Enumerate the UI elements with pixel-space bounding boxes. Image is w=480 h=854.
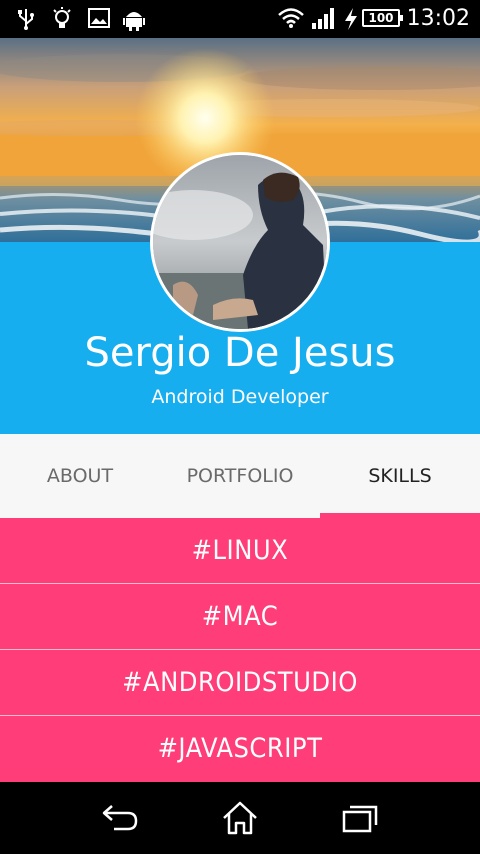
lightbulb-icon xyxy=(52,7,72,35)
list-item[interactable]: #MAC xyxy=(0,584,480,650)
home-icon[interactable] xyxy=(220,800,260,836)
usb-icon xyxy=(16,7,36,35)
profile-name: Sergio De Jesus xyxy=(84,330,396,376)
list-item[interactable]: #ANDROIDSTUDIO xyxy=(0,650,480,716)
tab-skills[interactable]: SKILLS xyxy=(320,434,480,518)
recents-icon[interactable] xyxy=(340,800,380,836)
list-item[interactable]: #JAVASCRIPT xyxy=(0,716,480,781)
wifi-icon xyxy=(278,7,304,33)
battery-icon: 100 xyxy=(362,9,403,27)
status-bar: 100 13:02 xyxy=(0,0,480,38)
profile-role: Android Developer xyxy=(151,386,329,408)
status-time: 13:02 xyxy=(406,6,470,31)
skills-list: #LINUX #MAC #ANDROIDSTUDIO #JAVASCRIPT xyxy=(0,518,480,782)
tab-bar: ABOUT PORTFOLIO SKILLS xyxy=(0,434,480,518)
list-item[interactable]: #LINUX xyxy=(0,518,480,584)
signal-icon xyxy=(312,7,336,33)
navigation-bar xyxy=(0,782,480,854)
tab-portfolio[interactable]: PORTFOLIO xyxy=(160,434,320,518)
back-icon[interactable] xyxy=(100,800,140,836)
profile-avatar[interactable] xyxy=(150,152,330,332)
charging-icon xyxy=(343,7,359,35)
android-icon xyxy=(123,7,145,35)
image-icon xyxy=(88,7,110,33)
tab-about[interactable]: ABOUT xyxy=(0,434,160,518)
